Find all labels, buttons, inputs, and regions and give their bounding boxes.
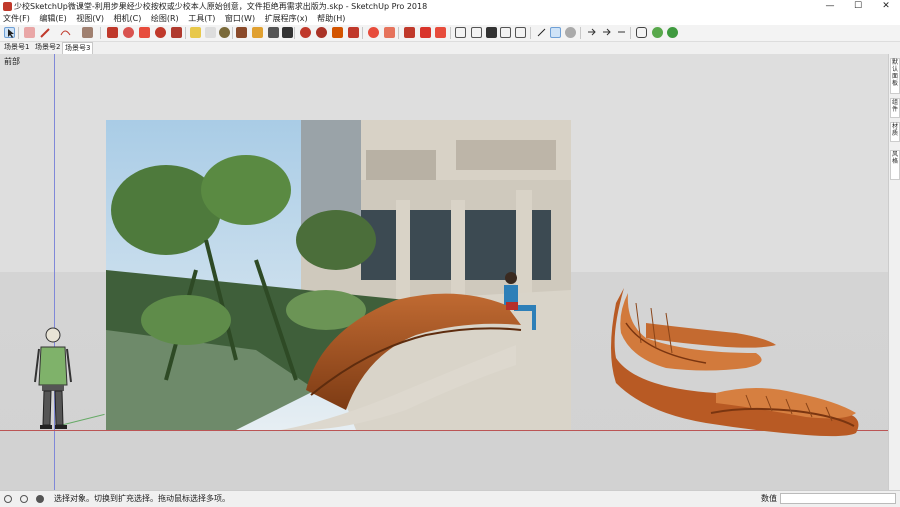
menu-view[interactable]: 视图(V) <box>73 13 108 25</box>
toolbar-separator <box>100 27 101 39</box>
view-iso-icon[interactable] <box>455 27 466 38</box>
style-icon[interactable] <box>404 27 415 38</box>
eraser-icon[interactable] <box>24 27 35 38</box>
red-tool-icon[interactable] <box>435 27 446 38</box>
view-label: 前部 <box>4 57 20 66</box>
toolbar-separator <box>398 27 399 39</box>
view-right-icon[interactable] <box>500 27 511 38</box>
scene-tab-2[interactable]: 场景号2 <box>33 42 62 53</box>
user-icon[interactable] <box>36 495 44 503</box>
plugin-recycle-icon[interactable] <box>667 27 678 38</box>
zoom-icon[interactable] <box>268 27 279 38</box>
orbit-icon[interactable] <box>236 27 247 38</box>
view-back-icon[interactable] <box>515 27 526 38</box>
scene-tabs: 场景号1 场景号2 场景号3 <box>0 42 900 54</box>
pushpull-icon[interactable] <box>107 27 118 38</box>
arrow-tool-2-icon[interactable] <box>601 27 612 38</box>
shield-icon[interactable] <box>636 27 647 38</box>
pencil-icon[interactable] <box>40 27 51 38</box>
menu-tools[interactable]: 工具(T) <box>185 13 219 25</box>
move-icon[interactable] <box>123 27 134 38</box>
right-tray: 默认面板 组件 材质 风格 <box>888 54 900 490</box>
menu-camera[interactable]: 相机(C) <box>111 13 146 25</box>
select-icon[interactable] <box>4 27 15 38</box>
section-icon[interactable] <box>332 27 343 38</box>
red-folder-icon[interactable] <box>420 27 431 38</box>
menu-window[interactable]: 窗口(W) <box>222 13 259 25</box>
offset-icon[interactable] <box>171 27 182 38</box>
title-bar: 少校SketchUp微课堂-利用步果经少校按权或少校本人原始创意，文件拒绝再需求… <box>0 0 900 13</box>
bench-3d-model[interactable] <box>606 283 866 438</box>
layout-icon[interactable] <box>348 27 359 38</box>
geo-location-icon[interactable] <box>4 495 12 503</box>
menu-file[interactable]: 文件(F) <box>0 13 34 25</box>
toolbar-separator <box>530 27 531 39</box>
close-button[interactable]: ✕ <box>872 0 900 13</box>
window-controls: — ☐ ✕ <box>816 0 900 13</box>
text-icon[interactable] <box>205 27 216 38</box>
toolbar-separator <box>362 27 363 39</box>
arrow-tool-3-icon[interactable] <box>616 27 627 38</box>
window-title: 少校SketchUp微课堂-利用步果经少校按权或少校本人原始创意，文件拒绝再需求… <box>14 2 428 11</box>
scale-icon[interactable] <box>155 27 166 38</box>
outliner-icon[interactable] <box>550 27 561 38</box>
arc-icon[interactable] <box>60 27 71 38</box>
zoom-extents-icon[interactable] <box>282 27 293 38</box>
toolbar-separator <box>450 27 451 39</box>
measurements-input[interactable] <box>780 493 896 504</box>
tray-tab-components[interactable]: 组件 <box>890 98 900 118</box>
minimize-button[interactable]: — <box>816 0 844 13</box>
menu-bar: 文件(F) 编辑(E) 视图(V) 相机(C) 绘图(R) 工具(T) 窗口(W… <box>0 13 900 25</box>
human-figure[interactable] <box>33 327 73 431</box>
pan-icon[interactable] <box>252 27 263 38</box>
status-bar: 选择对象。切换到扩充选择。拖动鼠标选择多项。 数值 <box>0 490 900 507</box>
toolbar-separator <box>185 27 186 39</box>
material-icon[interactable] <box>384 27 395 38</box>
credits-icon[interactable] <box>20 495 28 503</box>
measurements-label: 数值 <box>761 494 777 503</box>
extension-icon[interactable] <box>316 27 327 38</box>
view-top-icon[interactable] <box>471 27 482 38</box>
sketchup-app-icon <box>3 2 12 11</box>
menu-help[interactable]: 帮助(H) <box>314 13 349 25</box>
fullscreen-icon[interactable] <box>536 27 547 38</box>
warehouse-icon[interactable] <box>300 27 311 38</box>
toolbar-separator <box>580 27 581 39</box>
toolbar-separator <box>232 27 233 39</box>
tray-tab-materials[interactable]: 材质 <box>890 122 900 142</box>
paint-icon[interactable] <box>219 27 230 38</box>
tray-tab-styles[interactable]: 风格 <box>890 150 900 180</box>
shape-icon[interactable] <box>82 27 93 38</box>
settings-icon[interactable] <box>565 27 576 38</box>
plugin-green-icon[interactable] <box>652 27 663 38</box>
maximize-button[interactable]: ☐ <box>844 0 872 13</box>
model-viewport[interactable]: 前部 <box>0 54 888 490</box>
menu-draw[interactable]: 绘图(R) <box>148 13 183 25</box>
main-toolbar <box>0 25 900 42</box>
arrow-tool-icon[interactable] <box>586 27 597 38</box>
scene-tab-1[interactable]: 场景号1 <box>2 42 31 53</box>
tray-tab-default[interactable]: 默认面板 <box>890 58 900 94</box>
menu-edit[interactable]: 编辑(E) <box>36 13 70 25</box>
status-message: 选择对象。切换到扩充选择。拖动鼠标选择多项。 <box>54 494 230 503</box>
toolbar-separator <box>18 27 19 39</box>
menu-extensions[interactable]: 扩展程序(x) <box>262 13 312 25</box>
toolbar-separator <box>630 27 631 39</box>
rotate-icon[interactable] <box>139 27 150 38</box>
component-icon[interactable] <box>368 27 379 38</box>
reference-photo[interactable] <box>106 120 571 430</box>
view-front-icon[interactable] <box>486 27 497 38</box>
tape-icon[interactable] <box>190 27 201 38</box>
toolbar-separator <box>294 27 295 39</box>
scene-tab-3[interactable]: 场景号3 <box>62 42 94 54</box>
